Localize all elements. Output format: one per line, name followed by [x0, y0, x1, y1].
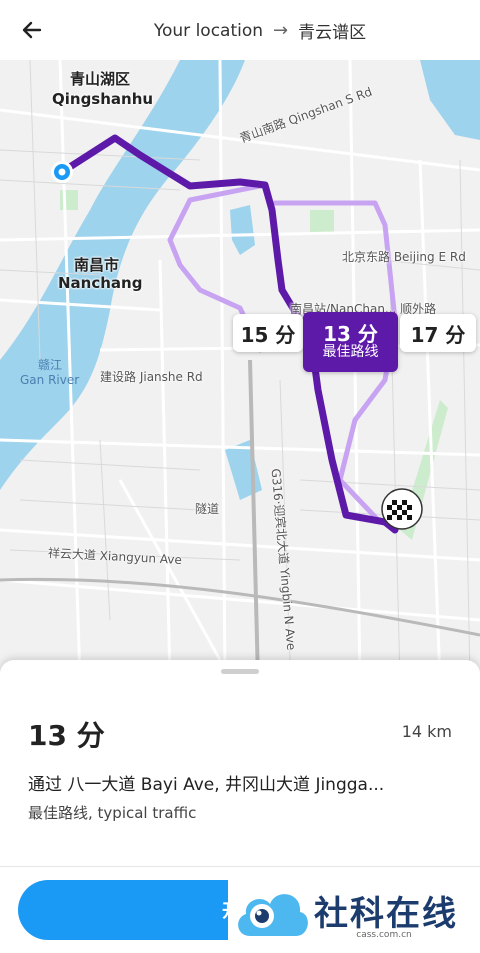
- label-ganjiang-cn: 赣江: [38, 358, 63, 372]
- highway-grey: [248, 359, 260, 680]
- route-eta-label: 13 分: [323, 322, 378, 347]
- route-option-17[interactable]: 17 分: [400, 314, 476, 352]
- highway-grey-2: [0, 577, 480, 637]
- map-canvas: [0, 60, 480, 680]
- watermark-logo-icon: [238, 894, 308, 936]
- label-nanchang-en: Nanchang: [58, 274, 143, 292]
- route-eta-label: 17 分: [410, 322, 466, 347]
- label-beijing-e-rd: 北京东路 Beijing E Rd: [342, 250, 466, 264]
- label-nanchang-cn: 南昌市: [74, 256, 120, 274]
- sheet-drag-handle[interactable]: [221, 669, 259, 674]
- route-via: 通过 八一大道 Bayi Ave, 井冈山大道 Jingga...: [28, 775, 385, 795]
- lake-small-1: [230, 205, 255, 255]
- park-1: [310, 210, 334, 232]
- label-jianshe-rd: 建设路 Jianshe Rd: [100, 370, 203, 384]
- route-traffic: 最佳路线, typical traffic: [28, 804, 197, 822]
- arrow-right-icon: →: [273, 20, 289, 41]
- park-3: [60, 190, 78, 210]
- label-qingshanhu-en: Qingshanhu: [52, 90, 154, 108]
- watermark: 社科在线 cass.com.cn: [228, 872, 480, 953]
- route-eta: 13 分: [28, 719, 105, 752]
- route-summary[interactable]: Your location → 青云谱区: [0, 18, 480, 43]
- label-tunnel: 隧道: [195, 502, 220, 516]
- route-best-label: 最佳路线: [322, 344, 379, 361]
- route-option-15[interactable]: 15 分: [233, 314, 303, 352]
- destination-flag-icon: [381, 488, 423, 530]
- label-qingshanhu-cn: 青山湖区: [70, 70, 131, 88]
- watermark-brand: 社科在线: [314, 894, 458, 934]
- route-option-13-best[interactable]: 13 分 最佳路线: [303, 312, 398, 372]
- route-eta-label: 15 分: [240, 322, 296, 347]
- map-view[interactable]: 青山湖区 Qingshanhu 南昌市 Nanchang 赣江 Gan Rive…: [0, 60, 480, 680]
- watermark-site: cass.com.cn: [356, 930, 412, 940]
- lake-northeast: [420, 60, 480, 140]
- route-distance: 14 km: [401, 722, 452, 741]
- sheet-divider: [0, 866, 480, 867]
- top-bar: Your location → 青云谱区: [0, 0, 480, 60]
- label-ganriver-en: Gan River: [20, 373, 80, 387]
- destination-label: 青云谱区: [298, 23, 367, 43]
- origin-label: Your location: [153, 20, 264, 41]
